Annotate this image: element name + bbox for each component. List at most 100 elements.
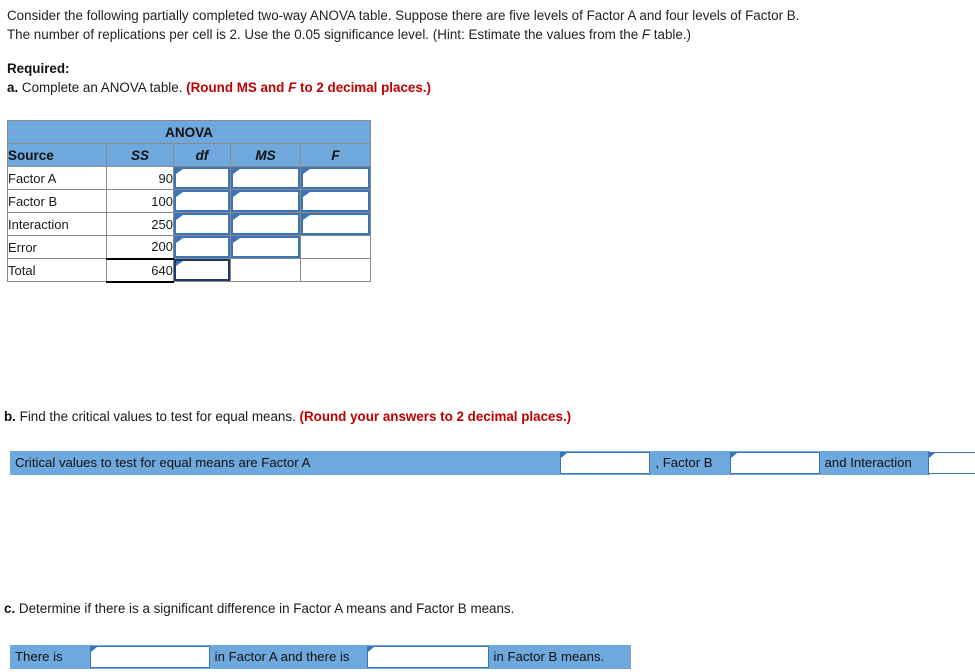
part-b-letter: b. [4,409,16,424]
column-header-ms: MS [230,143,301,167]
ss-value-factor-a: 90 [106,166,174,190]
table-row: Error 200 [7,235,371,259]
df-input-cell-total[interactable] [173,258,231,282]
corner-flag-icon [90,647,97,652]
corner-flag-icon [928,453,935,458]
part-b-segment-1: Critical values to test for equal means … [15,455,311,470]
significance-factor-a-input[interactable] [89,646,210,668]
part-b-rounding-note: (Round your answers to 2 decimal places.… [299,409,572,424]
column-header-f: F [300,143,371,167]
critical-value-interaction-input[interactable] [927,452,975,474]
part-c-letter: c. [4,601,16,616]
f-input-cell-factor-b[interactable] [300,189,371,213]
intro-line-2-part-1: The number of replications per cell is 2… [7,27,642,42]
ss-value-total: 640 [106,257,174,283]
df-input-cell-factor-b[interactable] [173,189,231,213]
df-input-factor-b[interactable] [174,190,230,212]
df-input-cell-interaction[interactable] [173,212,231,236]
corner-flag-icon [176,169,183,174]
part-a-letter: a. [7,80,19,95]
ms-input-cell-factor-a[interactable] [230,166,301,190]
corner-flag-icon [233,215,240,220]
intro-line-1: Consider the following partially complet… [7,8,800,23]
f-table-italic-label: F [641,27,651,42]
f-input-factor-a[interactable] [301,167,370,189]
ms-input-interaction[interactable] [231,213,300,235]
corner-flag-icon [233,192,240,197]
table-row: Factor B 100 [7,189,371,213]
df-input-interaction[interactable] [174,213,230,235]
f-cell-total-empty [300,258,371,282]
corner-flag-icon [303,169,310,174]
required-block: Required: a. Complete an ANOVA table. (R… [7,59,431,97]
corner-flag-icon [176,261,183,266]
part-b-segment-3: and Interaction [824,455,912,470]
part-c-segment-2: in Factor A and there is [214,649,350,664]
ms-cell-total-empty [230,258,301,282]
ms-input-cell-error[interactable] [230,235,301,259]
part-a-note-prefix: (Round MS and [186,80,289,95]
ms-input-cell-interaction[interactable] [230,212,301,236]
ms-input-cell-factor-b[interactable] [230,189,301,213]
required-heading: Required: [7,61,70,76]
ss-value-factor-b: 100 [106,189,174,213]
ss-value-error: 200 [106,235,174,259]
corner-flag-icon [233,169,240,174]
corner-flag-icon [303,215,310,220]
column-header-df: df [173,143,231,167]
part-b-question-line: b. Find the critical values to test for … [4,409,571,424]
row-label-factor-b: Factor B [7,189,107,213]
part-b-text: Find the critical values to test for equ… [19,409,296,424]
corner-flag-icon [233,238,240,243]
part-c-segment-3: in Factor B means. [493,649,605,664]
f-input-cell-interaction[interactable] [300,212,371,236]
anova-table: ANOVA Source SS df MS F Factor A 90 Fact… [7,120,371,283]
table-row: Interaction 250 [7,212,371,236]
anova-header-row: Source SS df MS F [7,143,371,167]
part-c-answer-bar: There is in Factor A and there is in Fac… [10,645,631,669]
df-input-cell-factor-a[interactable] [173,166,231,190]
table-row: Total 640 [7,257,371,283]
part-b-segment-2: , Factor B [655,455,713,470]
row-label-total: Total [7,258,107,282]
table-row: Factor A 90 [7,166,371,190]
corner-flag-icon [367,647,374,652]
row-label-error: Error [7,235,107,259]
intro-paragraph: Consider the following partially complet… [7,6,967,44]
corner-flag-icon [176,192,183,197]
anova-title: ANOVA [7,120,371,144]
critical-value-factor-b-input[interactable] [729,452,820,474]
row-label-interaction: Interaction [7,212,107,236]
part-a-line: a. Complete an ANOVA table. (Round MS an… [7,78,431,97]
corner-flag-icon [561,453,568,458]
corner-flag-icon [176,215,183,220]
column-header-ss: SS [106,143,174,167]
critical-value-factor-a-input[interactable] [560,452,651,474]
df-input-cell-error[interactable] [173,235,231,259]
df-input-total[interactable] [174,259,230,281]
intro-line-2-part-2: table.) [650,27,691,42]
df-input-factor-a[interactable] [174,167,230,189]
corner-flag-icon [176,238,183,243]
ms-input-error[interactable] [231,236,300,258]
part-a-note-suffix: to 2 decimal places.) [296,80,431,95]
df-input-error[interactable] [174,236,230,258]
f-input-interaction[interactable] [301,213,370,235]
ms-input-factor-a[interactable] [231,167,300,189]
f-cell-error-empty [300,235,371,259]
row-label-factor-a: Factor A [7,166,107,190]
ss-value-interaction: 250 [106,212,174,236]
anova-title-row: ANOVA [7,120,371,144]
part-a-text: Complete an ANOVA table. [21,80,183,95]
corner-flag-icon [730,453,737,458]
significance-factor-b-input[interactable] [366,646,489,668]
part-b-answer-bar: Critical values to test for equal means … [10,451,975,475]
part-a-rounding-note: (Round MS and F to 2 decimal places.) [186,80,431,95]
part-c-segment-1: There is [15,649,63,664]
ms-input-factor-b[interactable] [231,190,300,212]
f-input-factor-b[interactable] [301,190,370,212]
column-header-source: Source [7,143,107,167]
f-input-cell-factor-a[interactable] [300,166,371,190]
part-c-question-line: c. Determine if there is a significant d… [4,601,514,616]
corner-flag-icon [303,192,310,197]
